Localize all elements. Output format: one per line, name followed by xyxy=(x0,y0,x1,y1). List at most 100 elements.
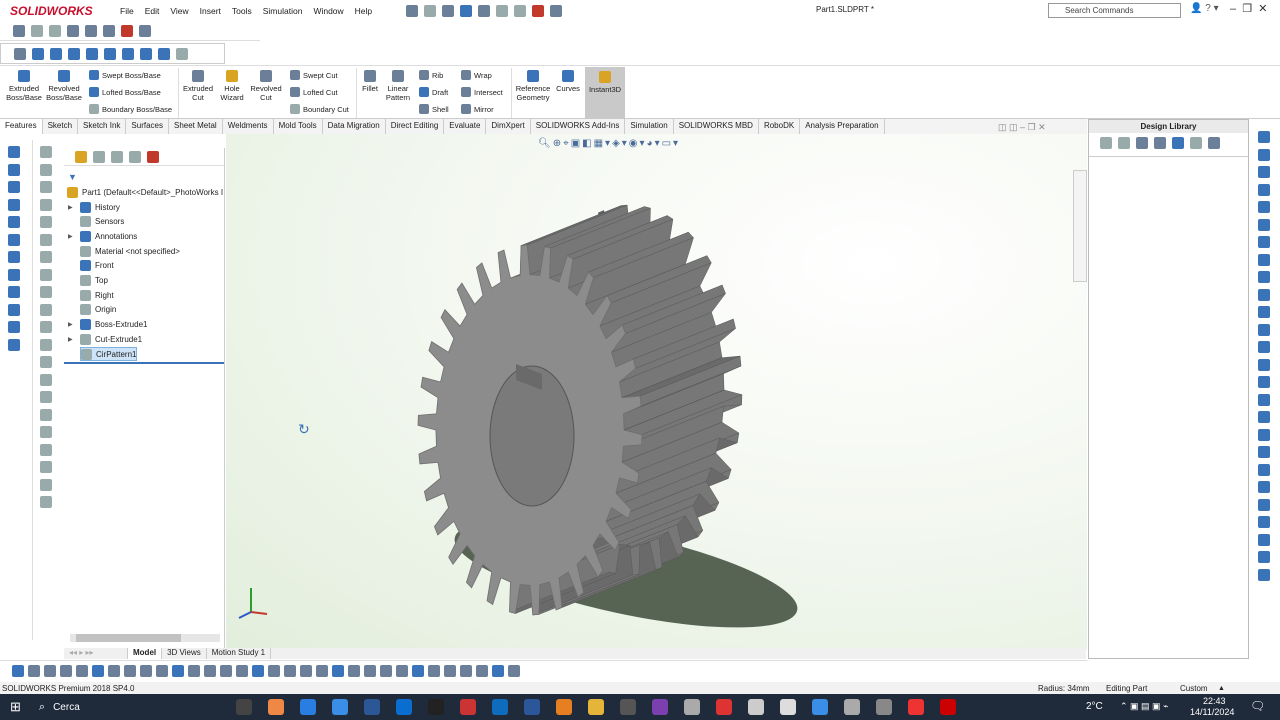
curves-button[interactable]: Curves xyxy=(554,66,582,93)
toolbar-tool-icon[interactable] xyxy=(1258,481,1270,493)
toolbar-tool-icon[interactable] xyxy=(8,163,20,176)
taskbar-app-icon[interactable] xyxy=(300,699,317,715)
toolbar-tool-icon[interactable] xyxy=(1258,131,1270,143)
toolbar-tool-icon[interactable] xyxy=(8,198,20,211)
right-view-icon[interactable] xyxy=(86,47,98,60)
bottom-tool-icon[interactable] xyxy=(172,665,184,677)
bottom-tool-icon[interactable] xyxy=(380,665,392,677)
new-icon[interactable] xyxy=(424,4,437,17)
taskbar-app-icon[interactable] xyxy=(780,699,797,715)
scene-icon[interactable] xyxy=(139,24,151,37)
horizontal-scrollbar[interactable] xyxy=(70,634,220,642)
tree-root-part1[interactable]: Part1 (Default<<Default>_PhotoWorks I xyxy=(67,185,223,199)
undo-icon[interactable] xyxy=(496,4,509,17)
section-icon[interactable] xyxy=(67,24,79,37)
intersect-button[interactable]: Intersect xyxy=(458,87,503,97)
menu-tools[interactable]: Tools xyxy=(232,6,252,16)
toolbar-tool-icon[interactable] xyxy=(8,286,20,298)
toolbar-tool-icon[interactable] xyxy=(1258,253,1270,266)
units-selector[interactable]: Custom xyxy=(1180,684,1208,693)
toolbar-tool-icon[interactable] xyxy=(40,198,52,211)
toolbar-tool-icon[interactable] xyxy=(40,391,52,403)
toolbar-tool-icon[interactable] xyxy=(40,478,52,491)
toolbar-tool-icon[interactable] xyxy=(1258,463,1270,476)
bottom-tool-icon[interactable] xyxy=(316,665,328,677)
taskbar-app-icon[interactable] xyxy=(556,699,573,715)
tab-robodk[interactable]: RoboDK xyxy=(759,119,801,134)
feature-manager-tab-icon[interactable] xyxy=(75,150,87,163)
task-pane-tabs[interactable] xyxy=(1073,170,1087,282)
tree-item-history[interactable]: ▶ History xyxy=(68,200,120,214)
bottom-tool-icon[interactable] xyxy=(204,665,216,677)
toolbar-tool-icon[interactable] xyxy=(1258,201,1270,213)
clock-time[interactable]: 22:43 xyxy=(1203,696,1226,706)
tree-item-origin[interactable]: Origin xyxy=(80,303,116,317)
linear-pattern-button[interactable]: Linear Pattern xyxy=(382,66,414,102)
taskbar-app-icon[interactable] xyxy=(876,699,893,715)
bottom-view-icon[interactable] xyxy=(122,47,134,60)
mirror-button[interactable]: Mirror xyxy=(458,104,494,114)
toolbar-tool-icon[interactable] xyxy=(40,233,52,246)
bottom-tool-icon[interactable] xyxy=(220,665,232,677)
toolbar-tool-icon[interactable] xyxy=(40,496,52,508)
wrap-button[interactable]: Wrap xyxy=(458,70,492,80)
menu-help[interactable]: Help xyxy=(355,6,372,16)
property-manager-tab-icon[interactable] xyxy=(93,150,105,163)
graphics-area[interactable]: 🔍︎⊕⌖▣◧▦▾◈▾◉▾◕▾▭▾ ◫ ◫ – ❐ ✕ ↻ xyxy=(226,122,1087,650)
toolbar-tool-icon[interactable] xyxy=(40,461,52,473)
taskbar-app-icon[interactable] xyxy=(812,699,829,715)
toolbar-tool-icon[interactable] xyxy=(8,268,20,281)
expand-arrow-icon[interactable]: ▶ xyxy=(68,233,73,240)
toolbar-tool-icon[interactable] xyxy=(1258,218,1270,231)
toolbar-tool-icon[interactable] xyxy=(1258,341,1270,353)
gear-model[interactable] xyxy=(226,134,1087,650)
fillet-button[interactable]: Fillet xyxy=(358,66,382,93)
taskbar-app-icon[interactable] xyxy=(684,699,701,715)
open-icon[interactable] xyxy=(442,4,455,17)
up-icon[interactable] xyxy=(1190,137,1202,150)
tab-solidworks-add-ins[interactable]: SOLIDWORKS Add-Ins xyxy=(531,119,626,134)
toolbar-tool-icon[interactable] xyxy=(1258,236,1270,248)
toolbar-tool-icon[interactable] xyxy=(1258,393,1270,406)
expand-arrow-icon[interactable]: ▶ xyxy=(68,336,73,343)
tab-simulation[interactable]: Simulation xyxy=(625,119,674,134)
tab-motion-study[interactable]: Motion Study 1 xyxy=(207,648,272,659)
tree-item-cut-extrude1[interactable]: ▶ Cut-Extrude1 xyxy=(68,332,142,346)
toolbar-tool-icon[interactable] xyxy=(8,233,20,246)
toolbar-tool-icon[interactable] xyxy=(40,146,52,158)
menu-edit[interactable]: Edit xyxy=(145,6,160,16)
toolbar-tool-icon[interactable] xyxy=(1258,166,1270,178)
tab-mold-tools[interactable]: Mold Tools xyxy=(274,119,323,134)
left-view-icon[interactable] xyxy=(68,47,80,60)
windows-start-icon[interactable]: ⊞ xyxy=(10,699,21,715)
tab-solidworks-mbd[interactable]: SOLIDWORKS MBD xyxy=(674,119,759,134)
toolbar-tool-icon[interactable] xyxy=(40,338,52,351)
taskbar-app-icon[interactable] xyxy=(236,699,253,715)
toolbar-tool-icon[interactable] xyxy=(1258,551,1270,563)
bottom-tool-icon[interactable] xyxy=(44,665,56,677)
taskbar-app-icon[interactable] xyxy=(908,699,925,715)
bottom-tool-icon[interactable] xyxy=(428,665,440,677)
tab-dimxpert[interactable]: DimXpert xyxy=(486,119,531,134)
toolbar-tool-icon[interactable] xyxy=(1258,288,1270,301)
taskbar-app-icon[interactable] xyxy=(396,699,413,715)
clock-date[interactable]: 14/11/2024 xyxy=(1190,707,1234,717)
taskbar-app-icon[interactable] xyxy=(492,699,509,715)
bottom-tool-icon[interactable] xyxy=(508,665,520,677)
bottom-tool-icon[interactable] xyxy=(140,665,152,677)
bottom-tool-icon[interactable] xyxy=(396,665,408,677)
save-icon[interactable] xyxy=(460,4,473,17)
create-new-folder-icon[interactable] xyxy=(1154,137,1166,150)
back-view-icon[interactable] xyxy=(50,47,62,60)
taskbar-app-icon[interactable] xyxy=(364,699,381,715)
appearance-icon[interactable] xyxy=(121,24,133,37)
bottom-tool-icon[interactable] xyxy=(236,665,248,677)
display-manager-tab-icon[interactable] xyxy=(147,150,159,163)
extruded-boss-button[interactable]: Extruded Boss/Base xyxy=(4,66,44,102)
weather-temp[interactable]: 2°C xyxy=(1086,701,1103,712)
toolbar-tool-icon[interactable] xyxy=(1258,533,1270,546)
bottom-tool-icon[interactable] xyxy=(300,665,312,677)
taskbar-search[interactable]: Cerca xyxy=(53,702,203,713)
bottom-tool-icon[interactable] xyxy=(76,665,88,677)
menu-file[interactable]: File xyxy=(120,6,134,16)
